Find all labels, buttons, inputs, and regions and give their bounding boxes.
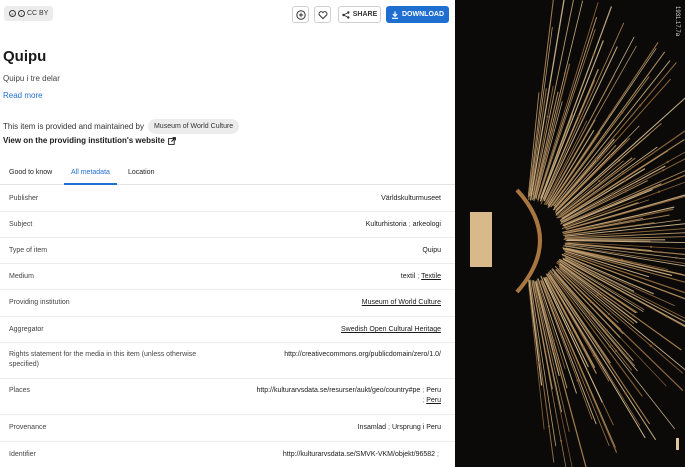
institution-link[interactable]: Museum of World Culture [362,299,441,306]
medium-value: textil [400,273,416,280]
download-icon [392,11,398,19]
metadata-value: http://creativecommons.org/publicdomain/… [284,350,441,360]
tab-location[interactable]: Location [128,169,154,185]
attribution-icon: i [18,10,25,17]
quipu-image [470,0,685,467]
license-label: CC BY [27,10,49,17]
quipu-main-cord [515,188,542,294]
metadata-value: Kulturhistoria; arkeologi [365,221,441,228]
metadata-value: http://kulturarvsdata.se/SMVK-VKM/objekt… [282,451,439,458]
cc-icon: c [9,10,16,17]
rights-value: http://creativecommons.org/publicdomain/… [284,351,441,358]
type-value: Quipu [422,247,441,254]
share-button[interactable]: SHARE [338,6,381,23]
metadata-label: Places [9,387,31,394]
view-site-label: View on the providing institution's webs… [3,136,165,145]
places-value: http://kulturarvsdata.se/resurser/aukt/g… [256,387,421,394]
scale-mark [676,438,679,450]
provider-chip[interactable]: Museum of World Culture [147,118,240,134]
metadata-label: Type of item [9,247,48,254]
metadata-value: Quipu [422,246,441,256]
metadata-label: Subject [9,221,33,228]
item-image-viewer[interactable] [455,0,685,467]
share-icon [342,10,350,19]
metadata-row-providing-institution: Providing institution Museum of World Cu… [0,290,455,317]
external-link-icon [167,136,176,145]
add-to-gallery-button[interactable] [292,6,309,23]
metadata-row-subject: Subject Kulturhistoria; arkeologi [0,212,455,238]
license-badge[interactable]: c i CC BY [4,6,54,21]
metadata-value: Swedish Open Cultural Heritage [341,325,441,335]
tab-all-metadata[interactable]: All metadata [64,169,117,185]
subject-value: Kulturhistoria [365,221,407,228]
metadata-value: textil; Textile [400,273,441,280]
medium-link[interactable]: Textile [421,273,441,280]
places-value: Peru [426,387,441,394]
places-link[interactable]: Peru [426,397,441,404]
tab-good-to-know[interactable]: Good to know [9,169,52,185]
metadata-label: Provenance [9,424,47,431]
view-institution-website-link[interactable]: View on the providing institution's webs… [3,136,176,145]
metadata-label: Providing institution [9,299,70,306]
metadata-value: Världskulturmuseet [381,194,441,204]
like-button[interactable] [314,6,331,23]
metadata-label: Aggregator [9,326,44,333]
metadata-row-provenance: Provenance Insamlad; Ursprung i Peru [0,415,455,442]
heart-icon [318,10,327,19]
plus-circle-icon [295,9,306,20]
provenance-value: Insamlad [357,424,387,431]
read-more-link[interactable]: Read more [3,91,43,100]
subject-value: arkeologi [412,221,441,228]
metadata-row-places: Places http://kulturarvsdata.se/resurser… [0,379,455,415]
metadata-label: Medium [9,273,34,280]
metadata-label: Identifier [9,451,36,458]
metadata-label: Publisher [9,195,39,202]
museum-tag [470,212,492,267]
metadata-row-identifier: Identifier http://kulturarvsdata.se/SMVK… [0,442,455,467]
catalog-number-label: 1931.17.7a [674,6,680,37]
identifier-value: http://kulturarvsdata.se/SMVK-VKM/objekt… [282,451,436,458]
metadata-row-aggregator: Aggregator Swedish Open Cultural Heritag… [0,317,455,343]
share-label: SHARE [352,11,378,18]
item-description: Quipu i tre delar [3,74,60,83]
download-button[interactable]: DOWNLOAD [386,6,449,23]
provenance-value: Ursprung i Peru [391,424,441,431]
publisher-value: Världskulturmuseet [381,195,441,202]
metadata-label: Rights statement for the media in this i… [9,351,197,368]
metadata-tabs: Good to know All metadata Location [0,165,455,185]
download-label: DOWNLOAD [402,11,444,18]
provider-line: This item is provided and maintained by … [3,118,240,134]
metadata-value: Insamlad; Ursprung i Peru [357,424,441,431]
metadata-row-medium: Medium textil; Textile [0,264,455,290]
item-details-panel: c i CC BY SHARE DOWNLOAD Quipu Quipu i t… [0,0,455,467]
page-title: Quipu [3,48,47,65]
metadata-value: http://kulturarvsdata.se/resurser/aukt/g… [256,387,441,404]
metadata-row-type: Type of item Quipu [0,238,455,264]
quipu-cords [527,0,685,467]
metadata-row-publisher: Publisher Världskulturmuseet [0,185,455,212]
provided-text: This item is provided and maintained by [3,121,144,131]
metadata-value: Museum of World Culture [362,298,441,308]
metadata-row-rights: Rights statement for the media in this i… [0,343,455,379]
aggregator-link[interactable]: Swedish Open Cultural Heritage [341,326,441,333]
